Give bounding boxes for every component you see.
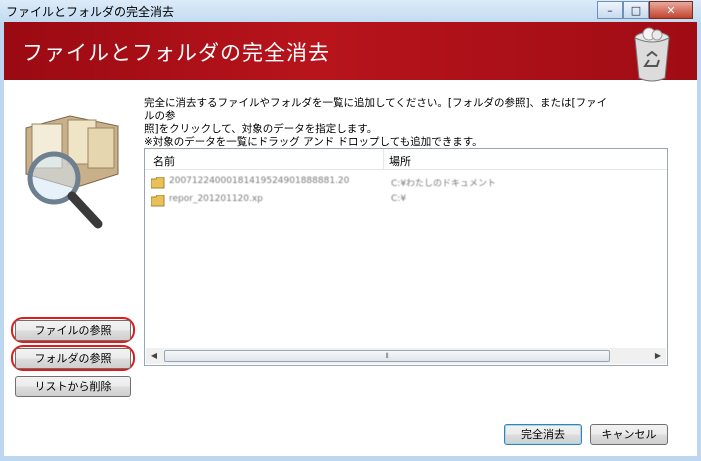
folder-icon [151, 195, 165, 207]
list-header: 名前 場所 [145, 149, 667, 170]
window-controls: – □ ✕ [597, 1, 693, 19]
column-header-location[interactable]: 場所 [389, 153, 411, 169]
item-name: 20071224000181419524901888881.20 [169, 176, 350, 186]
instruction-line-2: 照]をクリックして、対象のデータを指定します。 [144, 123, 378, 135]
trash-bin-icon [634, 27, 670, 82]
remove-from-list-button[interactable]: リストから削除 [15, 376, 131, 397]
list-item[interactable]: 20071224000181419524901888881.20 C:¥わたしの… [151, 175, 651, 191]
scrollbar-thumb[interactable]: ⦀ [164, 350, 610, 362]
cancel-button[interactable]: キャンセル [590, 424, 668, 445]
erase-button[interactable]: 完全消去 [504, 424, 582, 445]
window-title: ファイルとフォルダの完全消去 [6, 5, 175, 19]
close-button[interactable]: ✕ [649, 1, 693, 19]
item-name: repor_201201120.xp [169, 194, 263, 204]
scroll-left-icon[interactable]: ◀ [146, 348, 162, 364]
magnifier-files-icon [25, 115, 119, 229]
file-list[interactable]: 名前 場所 20071224000181419524901888881.20 C… [144, 148, 668, 366]
browse-files-button[interactable]: ファイルの参照 [15, 320, 131, 341]
instruction-line-1: 完全に消去するファイルやフォルダを一覧に追加してください。[フォルダの参照]、ま… [144, 97, 608, 122]
browse-folders-button[interactable]: フォルダの参照 [15, 348, 131, 369]
folder-icon [151, 177, 165, 189]
scroll-right-icon[interactable]: ▶ [650, 348, 666, 364]
column-divider[interactable] [383, 149, 384, 169]
app-window: ファイルとフォルダの完全消去 – □ ✕ ファイルとフォルダの完全消去 完全に消… [0, 0, 701, 461]
maximize-button[interactable]: □ [623, 1, 649, 19]
instructions-text: 完全に消去するファイルやフォルダを一覧に追加してください。[フォルダの参照]、ま… [144, 97, 614, 149]
item-location: C:¥わたしのドキュメント [391, 179, 497, 189]
banner-title: ファイルとフォルダの完全消去 [22, 41, 330, 65]
header-banner: ファイルとフォルダの完全消去 [4, 22, 697, 82]
title-bar[interactable]: ファイルとフォルダの完全消去 – □ ✕ [0, 0, 701, 22]
minimize-button[interactable]: – [597, 1, 623, 19]
column-header-name[interactable]: 名前 [153, 153, 175, 169]
horizontal-scrollbar[interactable]: ◀ ⦀ ▶ [146, 348, 666, 364]
dialog-body: ファイルとフォルダの完全消去 完全に消去するファイルやフォルダを一覧に追加してく… [4, 22, 697, 456]
list-item[interactable]: repor_201201120.xp C:¥ [151, 193, 651, 209]
item-location: C:¥ [391, 194, 407, 204]
